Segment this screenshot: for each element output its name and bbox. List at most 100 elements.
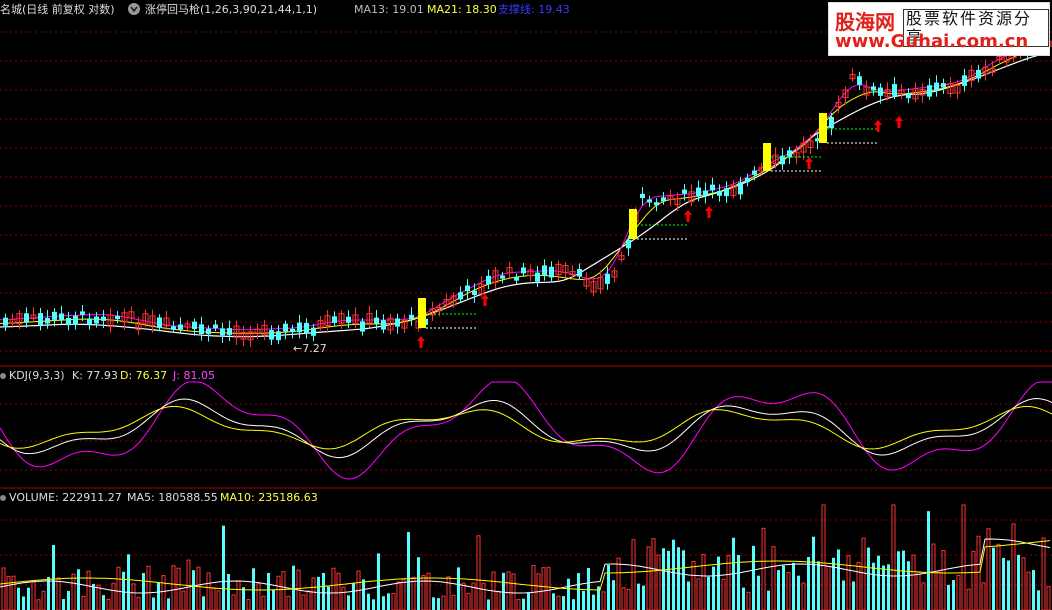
volume-bar-down	[377, 553, 380, 610]
volume-bar-up	[216, 590, 221, 610]
indicator-name[interactable]: 涨停回马枪(1,26,3,90,21,44,1,1)	[145, 3, 317, 17]
candle-down	[640, 193, 645, 199]
candle-down	[752, 170, 757, 175]
volume-bar-down	[317, 576, 320, 610]
kdj-d-label: D: 76.37	[120, 369, 168, 382]
volume-bar-down	[127, 554, 130, 610]
volume-bar-up	[301, 594, 306, 610]
volume-bar-up	[801, 582, 806, 610]
volume-bar-up	[131, 583, 136, 610]
volume-bar-up	[336, 572, 341, 610]
kdj-title[interactable]: KDJ(9,3,3)	[9, 369, 65, 383]
candle-down	[206, 328, 211, 335]
buy-arrow-icon	[895, 116, 903, 128]
chevron-down-icon[interactable]	[128, 3, 140, 15]
volume-bar-up	[746, 591, 751, 610]
candle-down	[157, 317, 162, 328]
volume-bar-down	[867, 547, 870, 610]
volume-bar-down	[842, 580, 845, 610]
kdj-chart	[0, 381, 1052, 480]
candle-down	[857, 76, 862, 85]
limit-up-bar	[418, 298, 426, 328]
limit-up-bar	[629, 209, 637, 239]
volume-bar-down	[27, 587, 30, 610]
volume-bar-up	[786, 572, 791, 610]
volume-bar-up	[1046, 586, 1051, 610]
volume-bar-down	[677, 547, 680, 610]
volume-bar-down	[1032, 570, 1035, 610]
volume-bar-up	[1021, 557, 1026, 610]
volume-bar-up	[281, 571, 286, 610]
candle-down	[738, 182, 743, 195]
volume-bar-up	[911, 554, 916, 610]
volume-bar-down	[807, 556, 810, 610]
volume-bar-up	[701, 553, 706, 610]
candle-down	[521, 267, 526, 274]
volume-bar-up	[261, 595, 266, 610]
volume-bar-down	[62, 599, 65, 610]
candle-down	[73, 315, 78, 325]
volume-bar-down	[1037, 590, 1040, 610]
buy-arrow-icon	[705, 206, 713, 218]
volume-bar-down	[372, 599, 375, 610]
volume-bar-down	[17, 587, 20, 610]
candle-down	[332, 316, 337, 323]
volume-bar-down	[252, 568, 255, 610]
candle-down	[458, 292, 463, 300]
volume-title[interactable]: VOLUME: 222911.27	[9, 491, 122, 505]
volume-bar-up	[146, 565, 151, 610]
candle-down	[577, 269, 582, 277]
candle-down	[269, 330, 274, 340]
volume-bar-up	[461, 582, 466, 610]
candle-down	[3, 317, 8, 326]
volume-bar-down	[832, 557, 835, 610]
candle-down	[626, 239, 631, 249]
volume-bar-up	[11, 575, 16, 610]
volume-bar-down	[92, 583, 95, 610]
volume-bar-down	[552, 593, 555, 610]
volume-bar-down	[192, 570, 195, 610]
volume-bar-up	[921, 582, 926, 610]
volume-bar-up	[626, 588, 631, 610]
volume-bar-down	[227, 574, 230, 610]
volume-bar-up	[106, 598, 111, 610]
volume-bar-up	[286, 595, 291, 610]
candle-down	[703, 190, 708, 196]
volume-bar-up	[181, 590, 186, 610]
volume-bar-up	[6, 575, 11, 610]
volume-bar-up	[546, 566, 551, 610]
volume-bar-up	[466, 592, 471, 610]
candle-down	[465, 285, 470, 292]
candle-down	[59, 313, 64, 320]
volume-bar-down	[1007, 560, 1010, 610]
volume-bar-up	[941, 550, 946, 610]
volume-bar-down	[242, 587, 245, 610]
volume-bar-down	[22, 596, 25, 610]
volume-bar-up	[1011, 523, 1016, 610]
volume-bar-down	[612, 580, 615, 610]
candle-down	[395, 318, 400, 327]
volume-bar-down	[202, 596, 205, 610]
volume-bar-down	[582, 590, 585, 610]
watermark-logo: 股海网 股票软件资源分享 www.Guhai.com.cn	[828, 2, 1050, 56]
limit-up-bar	[819, 113, 827, 143]
volume-bar-down	[952, 580, 955, 610]
candle-down	[878, 87, 883, 96]
volume-bar-down	[77, 569, 80, 610]
candle-down	[101, 316, 106, 321]
volume-bar-down	[432, 597, 435, 610]
candle-down	[934, 82, 939, 91]
volume-bar-down	[757, 575, 760, 610]
candle-down	[962, 75, 967, 86]
volume-bar-down	[777, 570, 780, 610]
volume-ma10-label: MA10: 235186.63	[220, 491, 318, 504]
circle-dot-icon	[0, 373, 6, 379]
volume-bar-down	[662, 548, 665, 610]
candle-down	[542, 265, 547, 276]
volume-bar-down	[367, 593, 370, 610]
candle-down	[80, 311, 85, 315]
candle-down	[647, 199, 652, 203]
candle-down	[24, 313, 29, 323]
chart-canvas[interactable]	[0, 0, 1052, 610]
volume-bar-up	[41, 590, 46, 610]
